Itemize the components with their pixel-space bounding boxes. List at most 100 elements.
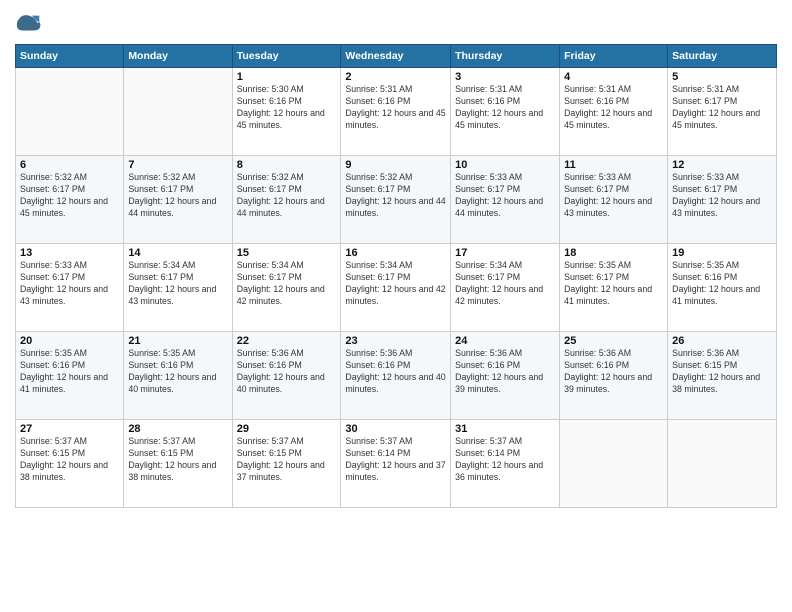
calendar-cell: 4Sunrise: 5:31 AMSunset: 6:16 PMDaylight…	[560, 68, 668, 156]
day-info: Sunrise: 5:31 AMSunset: 6:16 PMDaylight:…	[455, 84, 555, 132]
calendar-cell: 5Sunrise: 5:31 AMSunset: 6:17 PMDaylight…	[668, 68, 777, 156]
day-info: Sunrise: 5:32 AMSunset: 6:17 PMDaylight:…	[237, 172, 337, 220]
day-info: Sunrise: 5:37 AMSunset: 6:15 PMDaylight:…	[20, 436, 119, 484]
day-number: 3	[455, 71, 555, 83]
day-info: Sunrise: 5:36 AMSunset: 6:16 PMDaylight:…	[345, 348, 446, 396]
weekday-header-friday: Friday	[560, 45, 668, 68]
day-number: 6	[20, 159, 119, 171]
calendar-cell	[16, 68, 124, 156]
calendar-cell: 12Sunrise: 5:33 AMSunset: 6:17 PMDayligh…	[668, 156, 777, 244]
calendar-cell: 3Sunrise: 5:31 AMSunset: 6:16 PMDaylight…	[451, 68, 560, 156]
calendar-cell	[668, 420, 777, 508]
day-info: Sunrise: 5:33 AMSunset: 6:17 PMDaylight:…	[455, 172, 555, 220]
calendar-cell: 9Sunrise: 5:32 AMSunset: 6:17 PMDaylight…	[341, 156, 451, 244]
calendar-cell	[560, 420, 668, 508]
day-number: 16	[345, 247, 446, 259]
day-info: Sunrise: 5:35 AMSunset: 6:17 PMDaylight:…	[564, 260, 663, 308]
calendar-cell: 13Sunrise: 5:33 AMSunset: 6:17 PMDayligh…	[16, 244, 124, 332]
day-info: Sunrise: 5:35 AMSunset: 6:16 PMDaylight:…	[20, 348, 119, 396]
calendar-cell: 17Sunrise: 5:34 AMSunset: 6:17 PMDayligh…	[451, 244, 560, 332]
day-number: 24	[455, 335, 555, 347]
day-number: 4	[564, 71, 663, 83]
day-info: Sunrise: 5:36 AMSunset: 6:15 PMDaylight:…	[672, 348, 772, 396]
day-number: 14	[128, 247, 227, 259]
day-number: 23	[345, 335, 446, 347]
calendar-cell: 10Sunrise: 5:33 AMSunset: 6:17 PMDayligh…	[451, 156, 560, 244]
day-info: Sunrise: 5:37 AMSunset: 6:15 PMDaylight:…	[128, 436, 227, 484]
day-number: 22	[237, 335, 337, 347]
calendar-cell: 22Sunrise: 5:36 AMSunset: 6:16 PMDayligh…	[232, 332, 341, 420]
day-info: Sunrise: 5:33 AMSunset: 6:17 PMDaylight:…	[672, 172, 772, 220]
day-info: Sunrise: 5:32 AMSunset: 6:17 PMDaylight:…	[128, 172, 227, 220]
calendar-cell: 21Sunrise: 5:35 AMSunset: 6:16 PMDayligh…	[124, 332, 232, 420]
day-number: 18	[564, 247, 663, 259]
day-info: Sunrise: 5:30 AMSunset: 6:16 PMDaylight:…	[237, 84, 337, 132]
day-number: 5	[672, 71, 772, 83]
day-info: Sunrise: 5:31 AMSunset: 6:17 PMDaylight:…	[672, 84, 772, 132]
weekday-header-sunday: Sunday	[16, 45, 124, 68]
calendar-cell: 18Sunrise: 5:35 AMSunset: 6:17 PMDayligh…	[560, 244, 668, 332]
day-number: 17	[455, 247, 555, 259]
day-number: 13	[20, 247, 119, 259]
weekday-header-tuesday: Tuesday	[232, 45, 341, 68]
day-number: 11	[564, 159, 663, 171]
calendar-cell: 14Sunrise: 5:34 AMSunset: 6:17 PMDayligh…	[124, 244, 232, 332]
weekday-header-thursday: Thursday	[451, 45, 560, 68]
calendar-cell: 16Sunrise: 5:34 AMSunset: 6:17 PMDayligh…	[341, 244, 451, 332]
calendar-cell: 15Sunrise: 5:34 AMSunset: 6:17 PMDayligh…	[232, 244, 341, 332]
day-number: 20	[20, 335, 119, 347]
day-number: 7	[128, 159, 227, 171]
calendar-cell: 30Sunrise: 5:37 AMSunset: 6:14 PMDayligh…	[341, 420, 451, 508]
day-info: Sunrise: 5:34 AMSunset: 6:17 PMDaylight:…	[237, 260, 337, 308]
calendar-cell: 6Sunrise: 5:32 AMSunset: 6:17 PMDaylight…	[16, 156, 124, 244]
day-number: 15	[237, 247, 337, 259]
day-number: 9	[345, 159, 446, 171]
weekday-header-monday: Monday	[124, 45, 232, 68]
calendar-cell: 27Sunrise: 5:37 AMSunset: 6:15 PMDayligh…	[16, 420, 124, 508]
calendar-cell	[124, 68, 232, 156]
day-number: 21	[128, 335, 227, 347]
day-number: 12	[672, 159, 772, 171]
day-info: Sunrise: 5:36 AMSunset: 6:16 PMDaylight:…	[564, 348, 663, 396]
day-info: Sunrise: 5:37 AMSunset: 6:14 PMDaylight:…	[345, 436, 446, 484]
calendar-cell: 8Sunrise: 5:32 AMSunset: 6:17 PMDaylight…	[232, 156, 341, 244]
day-number: 28	[128, 423, 227, 435]
day-number: 30	[345, 423, 446, 435]
day-number: 8	[237, 159, 337, 171]
calendar-cell: 28Sunrise: 5:37 AMSunset: 6:15 PMDayligh…	[124, 420, 232, 508]
day-info: Sunrise: 5:34 AMSunset: 6:17 PMDaylight:…	[455, 260, 555, 308]
day-info: Sunrise: 5:32 AMSunset: 6:17 PMDaylight:…	[345, 172, 446, 220]
calendar-cell: 25Sunrise: 5:36 AMSunset: 6:16 PMDayligh…	[560, 332, 668, 420]
weekday-header-wednesday: Wednesday	[341, 45, 451, 68]
day-info: Sunrise: 5:34 AMSunset: 6:17 PMDaylight:…	[128, 260, 227, 308]
calendar-cell: 26Sunrise: 5:36 AMSunset: 6:15 PMDayligh…	[668, 332, 777, 420]
day-number: 2	[345, 71, 446, 83]
day-info: Sunrise: 5:31 AMSunset: 6:16 PMDaylight:…	[564, 84, 663, 132]
day-info: Sunrise: 5:35 AMSunset: 6:16 PMDaylight:…	[128, 348, 227, 396]
calendar-cell: 23Sunrise: 5:36 AMSunset: 6:16 PMDayligh…	[341, 332, 451, 420]
calendar-cell: 2Sunrise: 5:31 AMSunset: 6:16 PMDaylight…	[341, 68, 451, 156]
day-info: Sunrise: 5:31 AMSunset: 6:16 PMDaylight:…	[345, 84, 446, 132]
calendar-cell: 7Sunrise: 5:32 AMSunset: 6:17 PMDaylight…	[124, 156, 232, 244]
calendar-cell: 11Sunrise: 5:33 AMSunset: 6:17 PMDayligh…	[560, 156, 668, 244]
calendar-cell: 1Sunrise: 5:30 AMSunset: 6:16 PMDaylight…	[232, 68, 341, 156]
weekday-header-saturday: Saturday	[668, 45, 777, 68]
calendar-cell: 29Sunrise: 5:37 AMSunset: 6:15 PMDayligh…	[232, 420, 341, 508]
calendar-table: SundayMondayTuesdayWednesdayThursdayFrid…	[15, 44, 777, 508]
day-info: Sunrise: 5:37 AMSunset: 6:15 PMDaylight:…	[237, 436, 337, 484]
calendar-cell: 24Sunrise: 5:36 AMSunset: 6:16 PMDayligh…	[451, 332, 560, 420]
calendar-cell: 31Sunrise: 5:37 AMSunset: 6:14 PMDayligh…	[451, 420, 560, 508]
day-number: 31	[455, 423, 555, 435]
day-number: 27	[20, 423, 119, 435]
day-info: Sunrise: 5:37 AMSunset: 6:14 PMDaylight:…	[455, 436, 555, 484]
day-info: Sunrise: 5:32 AMSunset: 6:17 PMDaylight:…	[20, 172, 119, 220]
logo	[15, 10, 47, 38]
day-number: 10	[455, 159, 555, 171]
day-info: Sunrise: 5:36 AMSunset: 6:16 PMDaylight:…	[455, 348, 555, 396]
day-info: Sunrise: 5:34 AMSunset: 6:17 PMDaylight:…	[345, 260, 446, 308]
day-number: 29	[237, 423, 337, 435]
day-info: Sunrise: 5:36 AMSunset: 6:16 PMDaylight:…	[237, 348, 337, 396]
calendar-cell: 19Sunrise: 5:35 AMSunset: 6:16 PMDayligh…	[668, 244, 777, 332]
day-info: Sunrise: 5:33 AMSunset: 6:17 PMDaylight:…	[20, 260, 119, 308]
day-number: 25	[564, 335, 663, 347]
